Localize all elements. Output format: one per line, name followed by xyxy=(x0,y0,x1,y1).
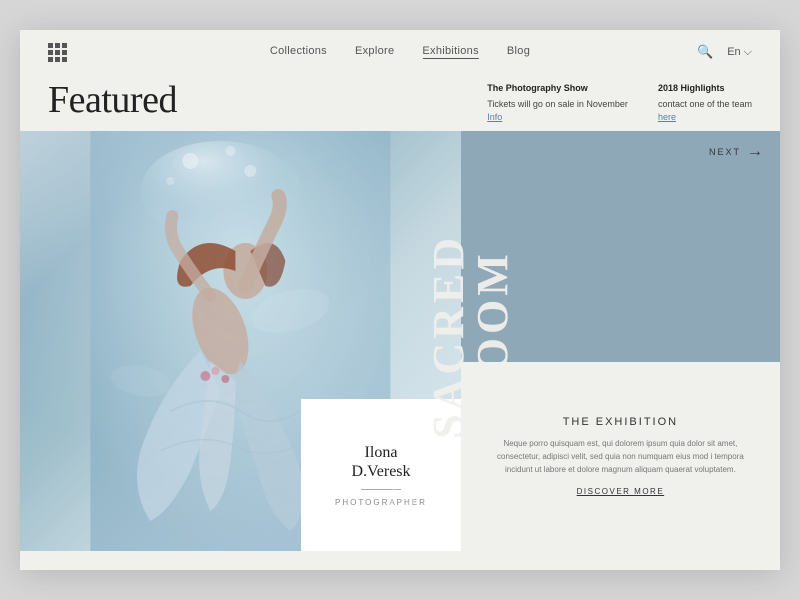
nav-right: 🔍 En ⌵ xyxy=(697,44,752,60)
featured-info: The Photography Show Tickets will go on … xyxy=(487,78,752,125)
highlights-link[interactable]: here xyxy=(658,112,676,122)
sacred-bloom-vertical: SACREDBLOOM xyxy=(446,139,496,534)
nav-collections[interactable]: Collections xyxy=(270,45,327,59)
discover-more-link[interactable]: DISCOVER MORE xyxy=(577,487,665,496)
photographer-name: Ilona D.Veresk xyxy=(351,443,410,481)
photographer-divider xyxy=(361,489,401,490)
grid-menu-icon[interactable] xyxy=(48,43,67,62)
photographer-role: PHOTOGRAPHER xyxy=(335,498,427,507)
nav-exhibitions[interactable]: Exhibitions xyxy=(422,45,479,59)
next-label: NEXT xyxy=(709,147,741,157)
highlights-title: 2018 Highlights xyxy=(658,82,752,96)
nav-blog[interactable]: Blog xyxy=(507,45,530,59)
main-content: NEXT → SACREDBLOOM THE EXHIBITION Neque … xyxy=(20,131,780,551)
search-icon[interactable]: 🔍 xyxy=(697,44,713,60)
featured-row: Featured The Photography Show Tickets wi… xyxy=(20,74,780,131)
chevron-down-icon: ⌵ xyxy=(744,46,752,59)
exhibition-description: Neque porro quisquam est, qui dolorem ip… xyxy=(485,438,756,476)
next-arrow-icon: → xyxy=(747,143,764,161)
show-link[interactable]: Info xyxy=(487,112,502,122)
info-show: The Photography Show Tickets will go on … xyxy=(487,82,628,125)
nav-explore[interactable]: Explore xyxy=(355,45,394,59)
featured-title: Featured xyxy=(48,78,177,122)
show-description: Tickets will go on sale in November xyxy=(487,98,628,112)
info-highlights: 2018 Highlights contact one of the team … xyxy=(658,82,752,125)
show-title: The Photography Show xyxy=(487,82,628,96)
nav-links: Collections Explore Exhibitions Blog xyxy=(270,45,530,59)
language-selector[interactable]: En ⌵ xyxy=(727,46,752,59)
sacred-bloom-text: SACREDBLOOM xyxy=(427,234,515,439)
highlights-description: contact one of the team xyxy=(658,98,752,112)
exhibition-section-title: THE EXHIBITION xyxy=(563,416,678,428)
navbar: Collections Explore Exhibitions Blog 🔍 E… xyxy=(20,30,780,74)
page-wrapper: Collections Explore Exhibitions Blog 🔍 E… xyxy=(20,30,780,570)
next-button[interactable]: NEXT → xyxy=(709,143,764,161)
